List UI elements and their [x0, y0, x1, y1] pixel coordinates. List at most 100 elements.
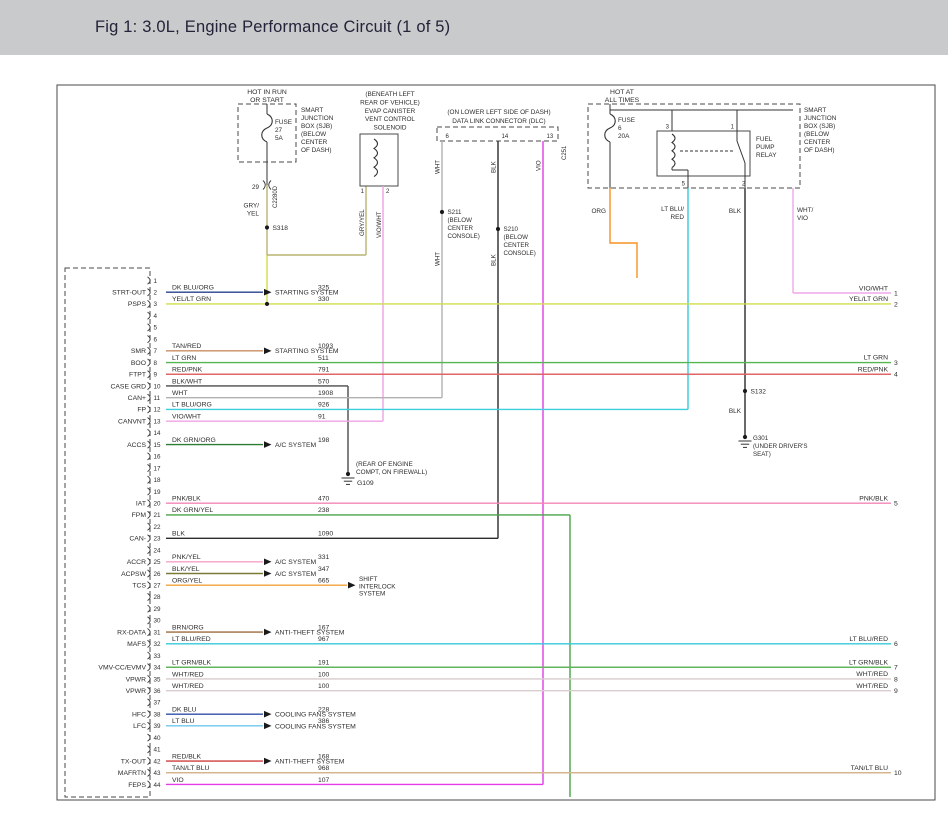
pin-signal-label: TX-OUT — [121, 758, 146, 765]
wire-color-label: VIO/WHT — [172, 413, 201, 420]
pin-number: 9 — [154, 372, 158, 379]
wire-color-label: VIO/WHT — [859, 285, 888, 292]
circuit-number: 665 — [318, 578, 330, 585]
wire-color-label: VIO — [536, 160, 543, 171]
splice-label: S318 — [273, 225, 289, 232]
wire-color-label: BLK — [729, 208, 742, 215]
junction-dot — [345, 471, 351, 477]
splice-label: CENTER — [504, 242, 530, 249]
ground-label: (UNDER DRIVER'S — [753, 443, 807, 450]
wire-color-label: LT BLU/RED — [172, 636, 211, 643]
pin-number: 17 — [154, 465, 162, 472]
junction-dot — [742, 434, 748, 440]
component-caption: (BENEATH LEFT — [365, 91, 414, 98]
circuit-number: 347 — [318, 566, 330, 573]
data-link-connector: (ON LOWER LEFT SIDE OF DASH) DATA LINK CO… — [435, 109, 568, 785]
pin-signal-label: STRT-OUT — [112, 290, 146, 297]
edge-pin-number: 1 — [894, 291, 898, 298]
sjb-label: CENTER — [301, 139, 328, 146]
pin-number: 1 — [361, 189, 365, 195]
pin-number: 21 — [154, 512, 162, 519]
sjb-label: CENTER — [804, 139, 831, 146]
pin-number: 37 — [154, 700, 162, 707]
circuit-number: 470 — [318, 495, 330, 502]
wire-color-label: RED — [671, 214, 685, 221]
wire-color-label: LT BLU — [172, 718, 195, 725]
pin-number: 28 — [154, 594, 162, 601]
arrowhead — [264, 441, 272, 448]
pin-number: 13 — [547, 134, 554, 140]
pin-number: 4 — [154, 313, 158, 320]
pin-signal-label: FPM — [132, 512, 147, 519]
fuse-label: FUSE — [618, 117, 635, 124]
edge-pin-number: 10 — [894, 770, 902, 777]
edge-pin-number: 4 — [894, 372, 898, 379]
wire-color-label: VIO — [797, 215, 808, 222]
pin-number: 33 — [154, 653, 162, 660]
edge-pin-number: 3 — [894, 360, 898, 367]
wire-color-label: BRN/ORG — [172, 624, 204, 631]
component-caption: DATA LINK CONNECTOR (DLC) — [452, 118, 545, 125]
label: ALL TIMES — [605, 97, 640, 104]
pin-signal-label: BOO — [131, 360, 146, 367]
pin-number: 2 — [386, 189, 390, 195]
edge-pin-number: 8 — [894, 676, 898, 683]
edge-pin-number: 5 — [894, 501, 898, 508]
wire-color-label: LT GRN/BLK — [849, 659, 888, 666]
circuit-number: 330 — [318, 296, 330, 303]
wire-color-label: YEL/LT GRN — [172, 296, 211, 303]
sjb-label: (BELOW — [804, 131, 830, 138]
pin-number: 25 — [154, 559, 162, 566]
destination-label: A/C SYSTEM — [275, 559, 317, 566]
relay-label: RELAY — [756, 152, 777, 159]
wire-color-label: VIO — [172, 777, 184, 784]
wire-color-label: PNK/YEL — [172, 554, 201, 561]
wiring-diagram: HOT IN RUNOR STARTFUSE275ASMARTJUNCTIONB… — [56, 84, 936, 801]
dlc-box — [436, 126, 559, 142]
wire-color-label: WHT — [172, 390, 187, 397]
pin-signal-label: FTPT — [129, 372, 146, 379]
coil-icon — [373, 138, 379, 178]
pin-signal-label: RX-DATA — [117, 629, 146, 636]
wire-color-label: PNK/BLK — [859, 495, 888, 502]
junction-dot — [439, 209, 445, 215]
pin-signal-label: IAT — [136, 500, 146, 507]
pin-number: 3 — [666, 125, 670, 131]
junction-dot — [742, 388, 748, 394]
pin-signal-label: VMV-CC/EVMV — [98, 665, 146, 672]
wire-color-label: RED/PNK — [858, 366, 889, 373]
circuit-number: 100 — [318, 671, 330, 678]
wire-segment — [609, 188, 638, 278]
sjb-label: SMART — [804, 107, 826, 114]
wire-color-label: WHT/RED — [172, 683, 204, 690]
pin-number: 10 — [154, 383, 162, 390]
connector-icon — [262, 180, 266, 190]
sjb-label: OF DASH) — [301, 147, 332, 154]
circuit-number: 926 — [318, 402, 330, 409]
wire-color-label: BLK/WHT — [172, 378, 202, 385]
pin-number: 6 — [154, 336, 158, 343]
wire-color-label: RED/BLK — [172, 753, 202, 760]
wire-color-label: TAN/LT BLU — [172, 765, 209, 772]
fuse-label: 5A — [275, 135, 284, 142]
pin-number: 31 — [154, 629, 162, 636]
splice-label: (BELOW — [448, 217, 473, 224]
label: HOT IN RUN — [247, 89, 287, 96]
splice-label: S210 — [504, 226, 519, 233]
pin-number: 3 — [154, 301, 158, 308]
fuse-label: 6 — [618, 125, 622, 132]
relay-label: FUEL — [756, 136, 773, 143]
arrowhead — [264, 628, 272, 636]
pin-number: 35 — [154, 676, 162, 683]
ground-label: COMPT, ON FIREWALL) — [356, 469, 427, 476]
wire-color-label: DK BLU/ORG — [172, 285, 214, 292]
pin-signal-label: FP — [137, 407, 146, 414]
connector-id: C2280D — [273, 185, 279, 208]
circuit-number: 511 — [318, 355, 329, 362]
pin-signal-label: FEPS — [128, 782, 146, 789]
pin-number: 38 — [154, 711, 162, 718]
circuit-number: 100 — [318, 683, 330, 690]
pin-signal-label: PSPS — [128, 301, 147, 308]
wire-color-label: TAN/LT BLU — [851, 765, 888, 772]
pin-number: 14 — [154, 430, 162, 437]
